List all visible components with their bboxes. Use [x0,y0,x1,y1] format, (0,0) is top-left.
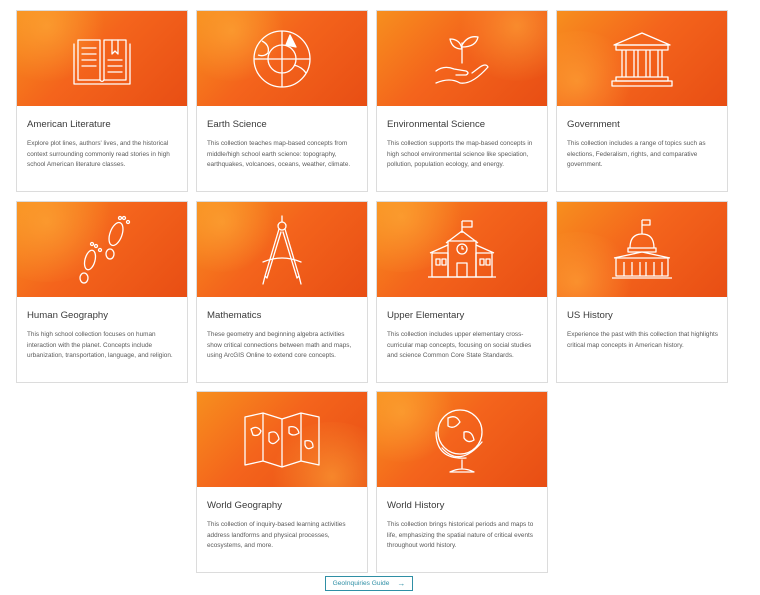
card-description: This high school collection focuses on h… [27,331,173,360]
card-description: This collection includes a range of topi… [567,140,706,169]
footprints-icon [79,215,131,284]
card-thumbnail [377,11,547,106]
card-thumbnail [17,11,187,106]
card-title: Environmental Science [387,119,486,130]
card-thumbnail [197,392,367,487]
schoolhouse-icon [428,219,496,278]
folded-map-icon [244,411,320,468]
card-thumbnail [197,11,367,106]
card-thumbnail [557,202,727,297]
card-environmental-science[interactable]: Environmental Science This collection su… [376,10,548,192]
card-american-literature[interactable]: American Literature Explore plot lines, … [16,10,188,192]
card-title: Upper Elementary [387,310,465,321]
government-building-icon [611,31,673,87]
card-thumbnail [17,202,187,297]
card-description: This collection includes upper elementar… [387,331,532,360]
capitol-icon [612,218,672,279]
card-thumbnail [377,202,547,297]
card-title: Human Geography [27,310,109,321]
card-world-geography[interactable]: World Geography This collection of inqui… [196,391,368,573]
guide-button-label: GeoInquiries Guide [332,580,390,587]
earth-globe-icon [253,29,311,88]
card-description: This collection of inquiry-based learnin… [207,521,346,550]
card-thumbnail [197,202,367,297]
card-title: World History [387,500,445,511]
card-human-geography[interactable]: Human Geography This high school collect… [16,201,188,383]
card-description: This collection teaches map-based concep… [207,140,351,169]
card-upper-elementary[interactable]: Upper Elementary This collection include… [376,201,548,383]
card-thumbnail [557,11,727,106]
card-title: Mathematics [207,310,262,321]
card-mathematics[interactable]: Mathematics These geometry and beginning… [196,201,368,383]
card-description: These geometry and beginning algebra act… [207,331,352,360]
card-title: American Literature [27,119,111,130]
arrow-right-icon: → [397,578,406,588]
card-government[interactable]: Government This collection includes a ra… [556,10,728,192]
desk-globe-icon [435,408,483,473]
card-title: US History [567,310,613,321]
card-description: Explore plot lines, authors' lives, and … [27,140,170,169]
card-description: This collection supports the map-based c… [387,140,533,169]
book-icon [73,38,131,85]
card-us-history[interactable]: US History Experience the past with this… [556,201,728,383]
hand-seedling-icon [435,35,489,84]
card-title: Earth Science [207,119,267,130]
card-earth-science[interactable]: Earth Science This collection teaches ma… [196,10,368,192]
geoinquiries-guide-button[interactable]: GeoInquiries Guide → [325,576,413,591]
compass-icon [262,214,302,285]
card-thumbnail [377,392,547,487]
card-description: This collection brings historical period… [387,521,534,550]
card-description: Experience the past with this collection… [567,331,718,349]
card-title: Government [567,119,620,130]
card-title: World Geography [207,500,283,511]
card-world-history[interactable]: World History This collection brings his… [376,391,548,573]
